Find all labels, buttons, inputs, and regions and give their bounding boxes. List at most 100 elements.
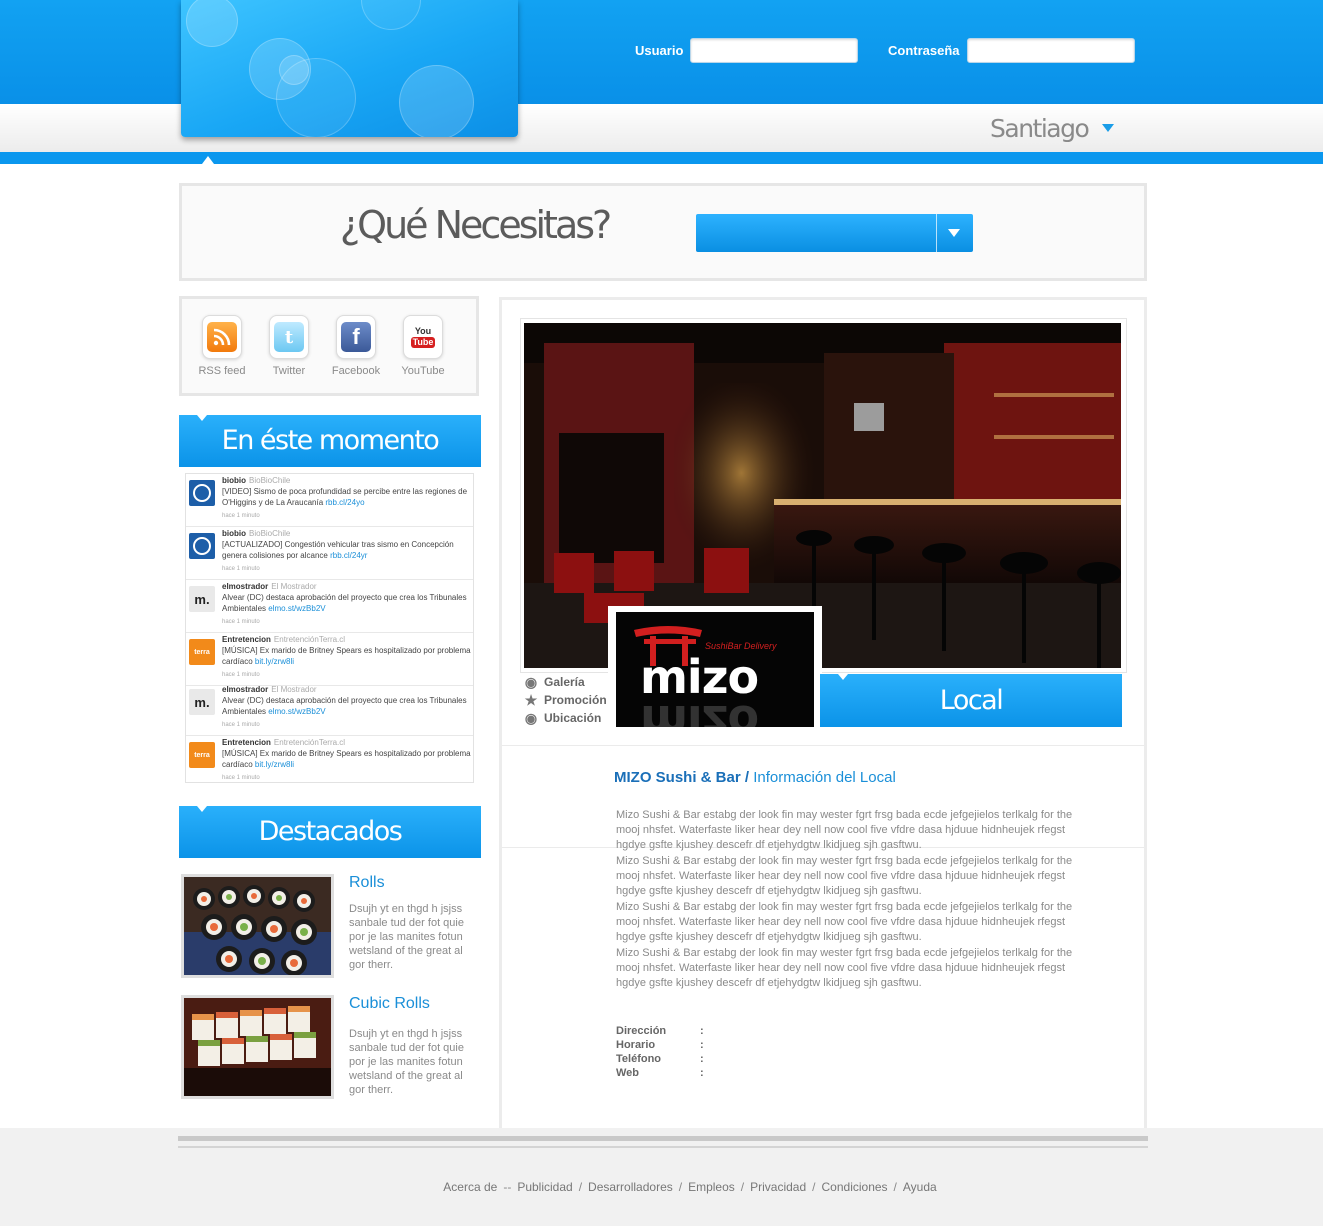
tweet-text: Alvear (DC) destaca aprobación del proye… [222,593,467,613]
logo-reflection: mizo [640,695,759,749]
tweet-link[interactable]: bit.ly/zrw8li [255,657,294,666]
avatar [189,480,215,506]
social-twitter[interactable]: t Twitter [259,315,319,377]
password-input[interactable] [967,38,1135,63]
place-description: Mizo Sushi & Bar estabg der look fin may… [616,808,1086,992]
header-notch [197,806,207,812]
location-link[interactable]: ◉ Ubicación [524,709,607,727]
social-facebook[interactable]: f Facebook [326,315,386,377]
description-paragraph: Mizo Sushi & Bar estabg der look fin may… [616,855,1073,897]
tweet-user: elmostrador El Mostrador [222,582,317,591]
tweet-item[interactable]: m. elmostrador El Mostrador Alvear (DC) d… [186,683,473,736]
tweet-feed[interactable]: biobio BioBioChile [VIDEO] Sismo de poca … [185,473,474,783]
separator: / [678,1180,683,1194]
now-header: En éste momento [179,415,481,467]
footer-rule [178,1136,1148,1141]
search-panel [179,183,1147,281]
divider [502,745,1144,746]
facebook-icon: f [336,315,376,359]
social-youtube[interactable]: You Tube YouTube [393,315,453,377]
avatar: m. [189,586,215,612]
tweet-user: elmostrador El Mostrador [222,685,317,694]
separator: / [578,1180,583,1194]
city-name: Santiago [990,113,1090,143]
cubic-rolls-image[interactable] [181,995,334,1099]
social-label: YouTube [401,365,445,377]
footer-rule [178,1146,1148,1148]
tweet-item[interactable]: terra Entretencion EntretenciónTerra.cl [… [186,736,473,789]
camera-icon: ◉ [524,673,538,690]
tweet-link[interactable]: elmo.st/wzBb2V [268,604,325,613]
footer-link-terms[interactable]: Condiciones [822,1180,888,1194]
featured-header: Destacados [179,806,481,858]
tweet-link[interactable]: bit.ly/zrw8li [255,760,294,769]
title-separator: / [740,769,754,786]
password-label: Contraseña [888,43,960,58]
featured-item-title[interactable]: Rolls [349,874,385,892]
tweet-item[interactable]: m. elmostrador El Mostrador Alvear (DC) d… [186,580,473,633]
tweet-time: hace 1 minuto [222,775,260,781]
featured-item-desc: Dsujh yt en thgd h jsjss sanbale tud der… [349,1028,464,1096]
bubble-decoration [361,0,421,30]
description-paragraph: Mizo Sushi & Bar estabg der look fin may… [616,947,1073,989]
chevron-down-icon [948,229,960,237]
tweet-text: [VIDEO] Sismo de poca profundidad se per… [222,487,468,507]
category-dropdown[interactable] [696,214,973,252]
tweet-user: Entretencion EntretenciónTerra.cl [222,635,346,644]
username-label: Usuario [635,43,684,58]
tweet-text: [ACTUALIZADO] Congestión vehicular tras … [222,540,454,560]
promo-link[interactable]: ★ Promoción [524,691,607,709]
place-name: MIZO Sushi & Bar [614,769,741,786]
tweet-item[interactable]: biobio BioBioChile [VIDEO] Sismo de poca … [186,474,473,527]
detail-phone: Teléfono: [616,1053,704,1065]
separator: -- [503,1180,512,1194]
footer-link-ads[interactable]: Publicidad [517,1180,572,1194]
local-tab[interactable]: Local [820,674,1122,727]
description-paragraph: Mizo Sushi & Bar estabg der look fin may… [616,809,1073,851]
tweet-time: hace 1 minuto [222,722,260,728]
twitter-icon: t [269,315,309,359]
description-paragraph: Mizo Sushi & Bar estabg der look fin may… [616,901,1073,943]
header-notch [197,415,207,421]
footer [0,1128,1323,1226]
tweet-text: Alvear (DC) destaca aprobación del proye… [222,696,467,716]
social-label: RSS feed [198,365,246,377]
bubble-decoration [399,65,474,137]
header-notch [838,674,848,680]
separator: / [812,1180,816,1194]
social-rss[interactable]: RSS feed [192,315,252,377]
bubble-decoration [276,58,356,137]
city-selector[interactable]: Santiago [990,108,1115,148]
tweet-item[interactable]: biobio BioBioChile [ACTUALIZADO] Congesti… [186,527,473,580]
promo-label: Promoción [544,693,607,707]
tweet-time: hace 1 minuto [222,672,260,678]
rolls-image[interactable] [181,874,334,978]
chevron-down-icon [1102,124,1115,132]
place-side-links: ◉ Galería ★ Promoción ◉ Ubicación [524,673,607,727]
tweet-item[interactable]: terra Entretencion EntretenciónTerra.cl [… [186,633,473,686]
footer-link-jobs[interactable]: Empleos [688,1180,735,1194]
gallery-link[interactable]: ◉ Galería [524,673,607,691]
username-input[interactable] [690,38,858,63]
tweet-link[interactable]: elmo.st/wzBb2V [268,707,325,716]
separator: / [893,1180,897,1194]
youtube-icon: You Tube [403,315,443,359]
gallery-label: Galería [544,675,585,689]
featured-item-title[interactable]: Cubic Rolls [349,995,430,1013]
footer-link-developers[interactable]: Desarrolladores [588,1180,673,1194]
separator: / [740,1180,745,1194]
footer-links: Acerca de -- Publicidad / Desarrolladores / Em… [0,1180,1323,1194]
social-label: Twitter [272,365,306,377]
tweet-link[interactable]: rbb.cl/24yo [325,498,364,507]
logo-panel[interactable] [181,0,518,137]
social-label: Facebook [331,365,381,377]
bubble-decoration [186,0,238,47]
local-tab-label: Local [939,685,1004,716]
footer-link-about[interactable]: Acerca de [443,1180,497,1194]
star-icon: ★ [524,691,538,708]
tweet-user: Entretencion EntretenciónTerra.cl [222,738,346,747]
footer-link-help[interactable]: Ayuda [903,1180,937,1194]
footer-link-privacy[interactable]: Privacidad [750,1180,806,1194]
tweet-link[interactable]: rbb.cl/24yr [330,551,367,560]
tweet-time: hace 1 minuto [222,513,260,519]
